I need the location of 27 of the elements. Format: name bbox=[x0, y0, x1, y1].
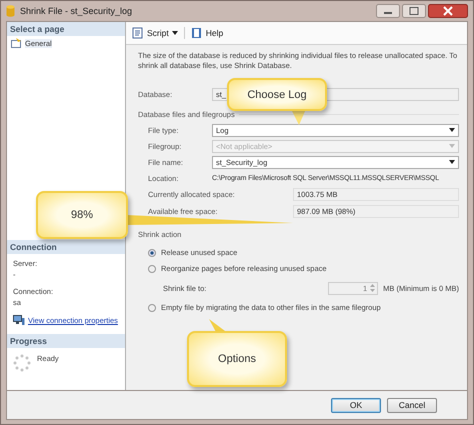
caret-icon bbox=[449, 144, 455, 148]
window-title: Shrink File - st_Security_log bbox=[20, 6, 132, 16]
minimize-icon[interactable] bbox=[376, 4, 400, 18]
radio-button[interactable] bbox=[148, 248, 156, 256]
callout-bubble: 98% bbox=[36, 191, 128, 239]
page-icon bbox=[11, 38, 22, 48]
dialog-button[interactable]: Cancel bbox=[387, 398, 437, 412]
dialog-button[interactable]: OK bbox=[331, 398, 381, 412]
section-header: Select a page bbox=[7, 22, 125, 36]
maximize-icon[interactable] bbox=[402, 4, 426, 18]
computer-icon bbox=[13, 315, 25, 326]
caret-icon bbox=[449, 160, 455, 164]
caret-icon bbox=[172, 31, 178, 35]
spinner-icon bbox=[13, 354, 31, 372]
caret-icon bbox=[449, 128, 455, 132]
radio-button[interactable] bbox=[148, 264, 156, 272]
spin-arrows-icon bbox=[369, 282, 376, 294]
toolbar-button[interactable]: Script bbox=[130, 25, 180, 41]
radio-button[interactable] bbox=[148, 304, 156, 312]
callout-bubble: Choose Log bbox=[227, 78, 327, 111]
script-icon bbox=[132, 27, 144, 39]
close-icon[interactable] bbox=[428, 4, 468, 18]
toolbar-button[interactable]: Help bbox=[188, 25, 226, 41]
database-icon bbox=[6, 5, 15, 17]
section-header: Progress bbox=[7, 334, 125, 348]
callout-bubble: Options bbox=[187, 331, 287, 387]
section-header: Connection bbox=[7, 240, 125, 254]
